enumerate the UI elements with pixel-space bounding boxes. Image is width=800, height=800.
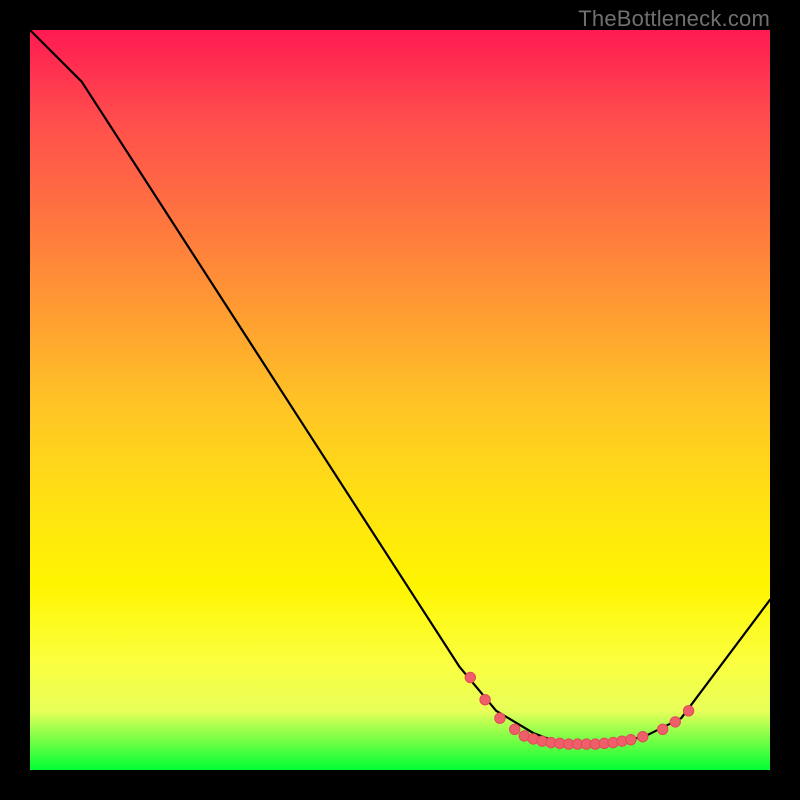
plot-area: [30, 30, 770, 770]
curve-marker: [465, 672, 475, 682]
curve-marker: [626, 734, 636, 744]
chart-svg: [30, 30, 770, 770]
curve-marker: [683, 706, 693, 716]
curve-marker: [480, 695, 490, 705]
curve-marker: [658, 724, 668, 734]
chart-frame: TheBottleneck.com: [0, 0, 800, 800]
curve-marker: [510, 724, 520, 734]
curve-marker: [495, 713, 505, 723]
watermark-text: TheBottleneck.com: [578, 6, 770, 32]
curve-markers: [465, 672, 694, 749]
curve-marker: [638, 732, 648, 742]
bottleneck-curve: [30, 30, 770, 744]
curve-marker: [670, 717, 680, 727]
